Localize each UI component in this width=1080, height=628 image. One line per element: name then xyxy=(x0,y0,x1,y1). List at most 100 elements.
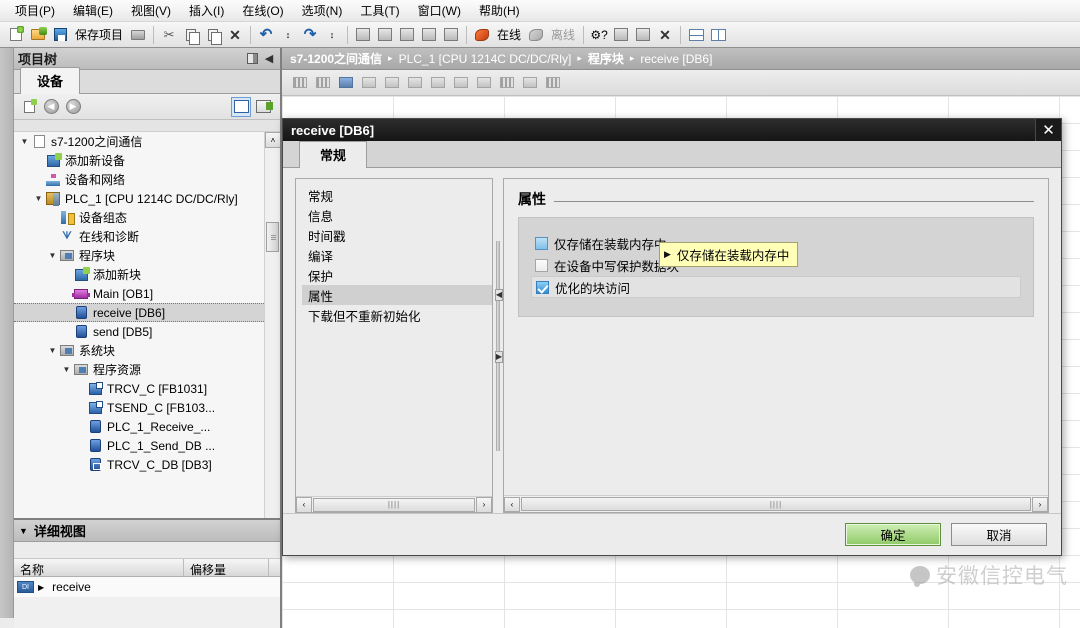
redo-dropdown-icon[interactable]: ↕ xyxy=(322,25,342,45)
editor-db-icon[interactable] xyxy=(336,74,356,92)
back-icon[interactable]: ◀ xyxy=(41,97,61,117)
diagnostics-help-icon[interactable]: ⚙? xyxy=(589,25,609,45)
tree-node[interactable]: 添加新设备 xyxy=(14,151,264,170)
tree-view-icon[interactable] xyxy=(231,96,251,117)
upload-from-device-icon[interactable] xyxy=(397,25,417,45)
start-runtime-icon[interactable] xyxy=(441,25,461,45)
dialog-nav-horizontal-scrollbar[interactable]: ‹ |||| › xyxy=(296,496,492,513)
save-icon[interactable] xyxy=(50,25,70,45)
show-hidden-left-icon[interactable] xyxy=(611,25,631,45)
menu-tools[interactable]: 工具(T) xyxy=(351,0,408,22)
dialog-nav-item[interactable]: 常规 xyxy=(302,185,492,205)
column-header-offset[interactable]: 偏移量 xyxy=(184,559,269,577)
menu-online[interactable]: 在线(O) xyxy=(233,0,292,22)
expand-collapse-icon[interactable]: ▼ xyxy=(46,346,59,355)
editor-reset-icon[interactable] xyxy=(474,74,494,92)
cut-icon[interactable]: ✂ xyxy=(159,25,179,45)
editor-new-icon[interactable] xyxy=(290,74,310,92)
expand-collapse-icon[interactable]: ▼ xyxy=(32,194,45,203)
editor-init-icon[interactable] xyxy=(451,74,471,92)
collapse-left-icon[interactable]: ◀ xyxy=(262,52,276,66)
close-icon[interactable]: ✕ xyxy=(1035,119,1061,141)
checkbox-store-in-load-memory[interactable] xyxy=(535,236,548,250)
go-online-label[interactable]: 在线 xyxy=(493,26,525,43)
tree-node[interactable]: PLC_1_Send_DB ... xyxy=(14,436,264,455)
new-project-icon[interactable] xyxy=(6,25,26,45)
menu-window[interactable]: 窗口(W) xyxy=(409,0,470,22)
properties-hscroll-right-icon[interactable]: › xyxy=(1032,496,1048,512)
editor-new-2-icon[interactable] xyxy=(313,74,333,92)
print-icon[interactable] xyxy=(128,25,148,45)
copy-icon[interactable] xyxy=(181,25,201,45)
nav-hscroll-track[interactable]: |||| xyxy=(313,497,475,512)
tree-node[interactable]: ▼ 程序资源 xyxy=(14,360,264,379)
nav-hscroll-left-icon[interactable]: ‹ xyxy=(296,496,312,513)
dialog-nav-item[interactable]: 时间戳 xyxy=(302,225,492,245)
menu-project[interactable]: 项目(P) xyxy=(6,0,64,22)
expand-collapse-icon[interactable]: ▼ xyxy=(46,251,59,260)
show-hidden-right-icon[interactable] xyxy=(633,25,653,45)
breadcrumb-item-project[interactable]: s7-1200之间通信 xyxy=(290,50,382,67)
detail-view-header[interactable]: ▼ 详细视图 xyxy=(14,520,280,542)
go-offline-label[interactable]: 离线 xyxy=(547,26,579,43)
menu-help[interactable]: 帮助(H) xyxy=(470,0,529,22)
menu-view[interactable]: 视图(V) xyxy=(122,0,180,22)
tree-node[interactable]: receive [DB6] xyxy=(14,303,264,322)
dialog-splitter[interactable]: ◀ ▶ xyxy=(493,178,503,513)
menu-options[interactable]: 选项(N) xyxy=(293,0,352,22)
menu-edit[interactable]: 编辑(E) xyxy=(64,0,122,22)
dialog-nav-item[interactable]: 属性 xyxy=(302,285,492,305)
expand-collapse-icon[interactable]: ▼ xyxy=(18,137,31,146)
tree-node[interactable]: send [DB5] xyxy=(14,322,264,341)
tree-node[interactable]: ▼ 程序块 xyxy=(14,246,264,265)
editor-load-icon[interactable] xyxy=(405,74,425,92)
checkbox-optimized-access[interactable] xyxy=(536,280,549,294)
compile-icon[interactable] xyxy=(353,25,373,45)
tree-export-icon[interactable] xyxy=(253,97,273,117)
checkbox-write-protect[interactable] xyxy=(535,258,548,272)
tree-node[interactable]: ▼ 系统块 xyxy=(14,341,264,360)
breadcrumb-item-receive-db[interactable]: receive [DB6] xyxy=(640,52,712,66)
tree-node[interactable]: ▼ PLC_1 [CPU 1214C DC/DC/Rly] xyxy=(14,189,264,208)
editor-snapshot-icon[interactable] xyxy=(359,74,379,92)
cancel-button[interactable]: 取消 xyxy=(951,523,1047,546)
tree-node[interactable]: ▼ s7-1200之间通信 xyxy=(14,132,264,151)
paste-icon[interactable] xyxy=(203,25,223,45)
go-online-icon[interactable] xyxy=(472,25,492,45)
dialog-nav-item[interactable]: 保护 xyxy=(302,265,492,285)
expand-collapse-icon[interactable]: ▼ xyxy=(60,365,73,374)
tree-node[interactable]: Main [OB1] xyxy=(14,284,264,303)
menu-insert[interactable]: 插入(I) xyxy=(180,0,233,22)
tree-node[interactable]: PLC_1_Receive_... xyxy=(14,417,264,436)
dialog-nav-item[interactable]: 信息 xyxy=(302,205,492,225)
editor-monitor-icon[interactable] xyxy=(382,74,402,92)
detail-view-row[interactable]: DI ▶ receive xyxy=(14,577,280,597)
forward-icon[interactable]: ▶ xyxy=(63,97,83,117)
dialog-nav-item[interactable]: 下载但不重新初始化 xyxy=(302,305,492,325)
breadcrumb-item-plc[interactable]: PLC_1 [CPU 1214C DC/DC/Rly] xyxy=(399,52,572,66)
splitter-collapse-right-icon[interactable]: ▶ xyxy=(495,350,503,363)
split-horizontal-icon[interactable] xyxy=(686,25,706,45)
pin-icon[interactable] xyxy=(245,52,259,66)
dialog-title-bar[interactable]: receive [DB6] ✕ xyxy=(283,119,1061,141)
tree-node[interactable]: ᗐ 在线和诊断 xyxy=(14,227,264,246)
expand-row-icon[interactable]: ▶ xyxy=(38,583,44,592)
save-project-label[interactable]: 保存项目 xyxy=(71,26,127,43)
splitter-collapse-left-icon[interactable]: ◀ xyxy=(495,288,503,301)
tree-scroll-up-icon[interactable]: ˄ xyxy=(265,132,280,148)
ok-button[interactable]: 确定 xyxy=(845,523,941,546)
new-item-icon[interactable] xyxy=(19,97,39,117)
tree-node[interactable]: 添加新块 xyxy=(14,265,264,284)
properties-hscroll-track[interactable]: |||| xyxy=(521,497,1031,511)
go-offline-icon[interactable] xyxy=(526,25,546,45)
properties-horizontal-scrollbar[interactable]: ‹ |||| › xyxy=(504,495,1048,512)
tree-node[interactable]: TRCV_C_DB [DB3] xyxy=(14,455,264,474)
redo-icon[interactable]: ↷ xyxy=(300,25,320,45)
editor-table-icon[interactable] xyxy=(520,74,540,92)
editor-copy-icon[interactable] xyxy=(428,74,448,92)
tree-node[interactable]: 设备和网络 xyxy=(14,170,264,189)
tree-node[interactable]: TSEND_C [FB103... xyxy=(14,398,264,417)
tree-scroll-thumb[interactable] xyxy=(266,222,279,252)
checkbox-row-optimized-access[interactable]: 优化的块访问 xyxy=(531,276,1021,298)
undo-dropdown-icon[interactable]: ↕ xyxy=(278,25,298,45)
